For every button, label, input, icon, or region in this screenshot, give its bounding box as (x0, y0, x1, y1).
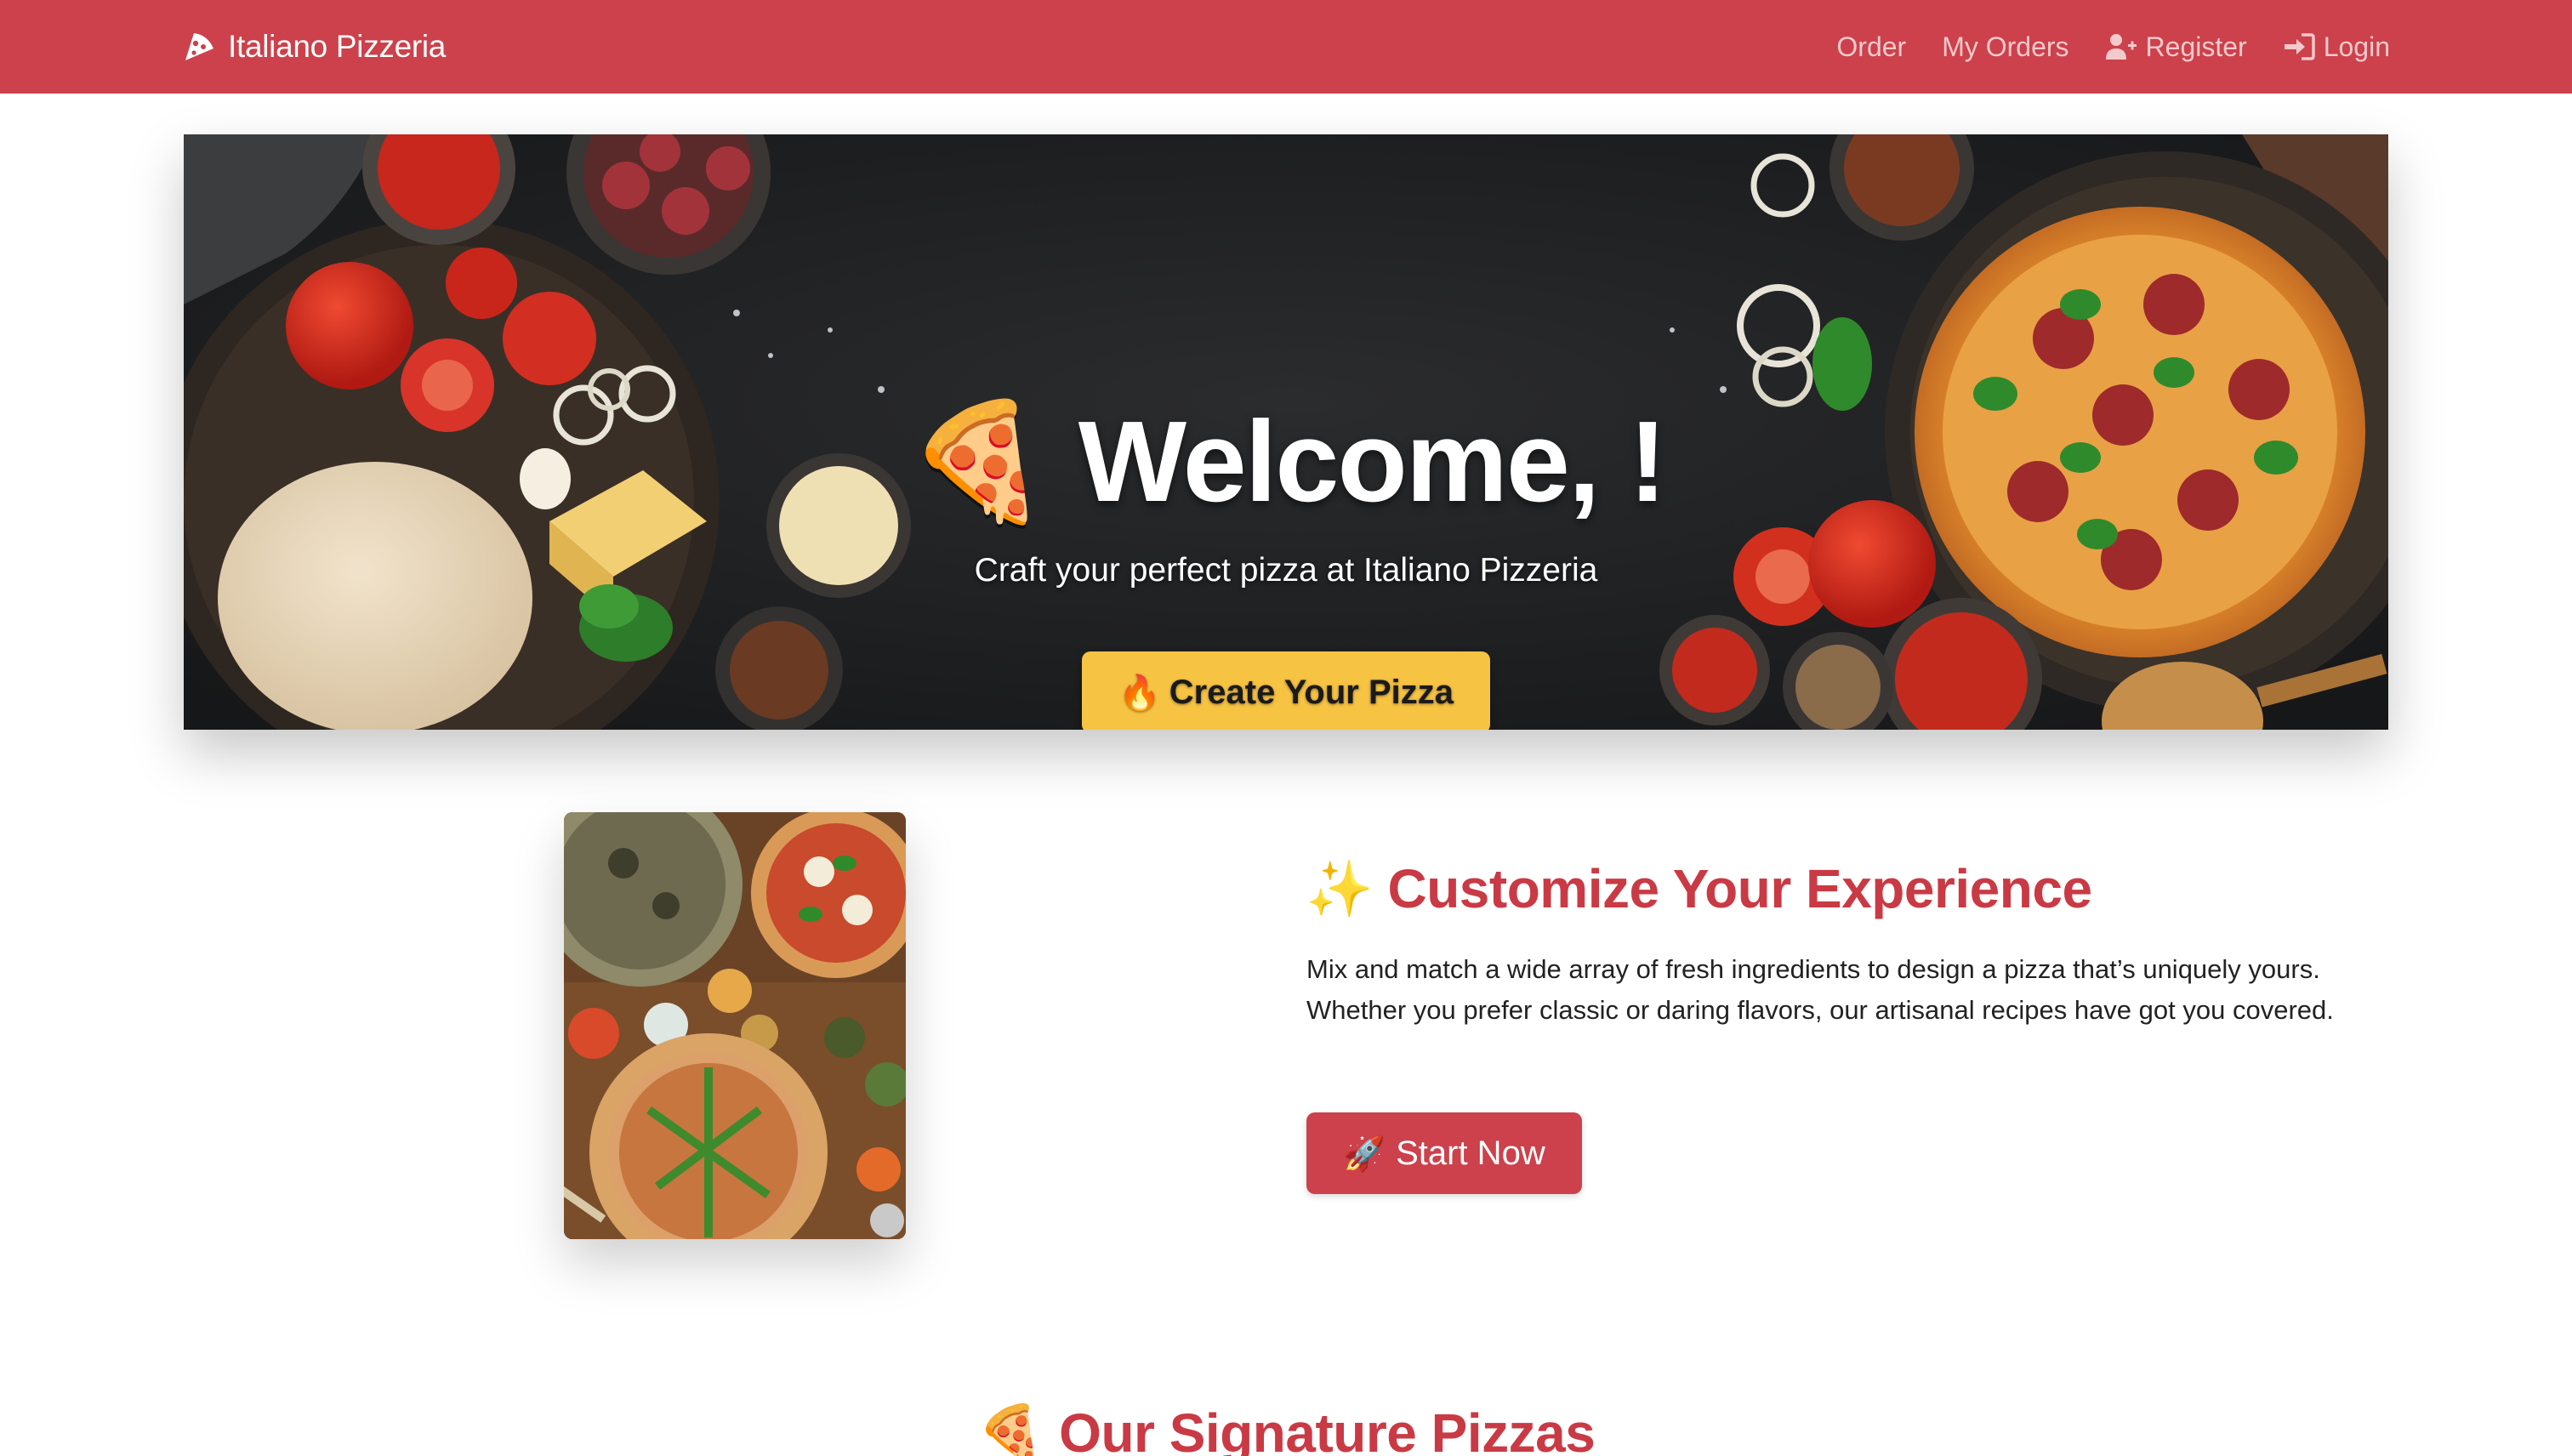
pizza-table-image (564, 812, 906, 1239)
nav-my-orders-link[interactable]: My Orders (1942, 31, 2068, 63)
pizza-emoji: 🍕 (907, 397, 1050, 526)
create-pizza-button[interactable]: 🔥 Create Your Pizza (1082, 651, 1490, 730)
hero-title-text: Welcome, ! (1078, 397, 1667, 526)
pizza-emoji: 🍕 (976, 1402, 1045, 1456)
pizza-slice-icon (185, 33, 213, 60)
sparkles-emoji: ✨ (1306, 858, 1374, 919)
start-now-label: Start Now (1396, 1134, 1545, 1172)
brand-link[interactable]: Italiano Pizzeria (182, 0, 446, 94)
signature-heading-text: Our Signature Pizzas (1059, 1402, 1596, 1456)
nav-login-link[interactable]: Login (2283, 31, 2390, 63)
fire-emoji: 🔥 (1118, 674, 1161, 712)
signature-pizzas-heading: 🍕 Our Signature Pizzas (0, 1402, 2572, 1456)
sign-in-icon (2284, 33, 2315, 60)
nav-register-label: Register (2145, 31, 2247, 62)
nav-links: Order My Orders Register Login (1836, 0, 2390, 94)
nav-order-label: Order (1836, 31, 1907, 62)
hero-title: 🍕 Welcome, ! (184, 395, 2388, 529)
create-pizza-label: Create Your Pizza (1169, 673, 1454, 711)
page: Italiano Pizzeria Order My Orders Regist… (0, 0, 2572, 1456)
user-plus-icon (2105, 34, 2137, 60)
nav-my-orders-label: My Orders (1942, 31, 2069, 62)
start-now-button[interactable]: 🚀 Start Now (1306, 1112, 1582, 1194)
brand-name: Italiano Pizzeria (228, 29, 447, 64)
rocket-emoji: 🚀 (1343, 1135, 1386, 1173)
nav-register-link[interactable]: Register (2105, 31, 2247, 63)
customize-description: Mix and match a wide array of fresh ingr… (1306, 954, 2334, 1025)
customize-heading: ✨ Customize Your Experience (1306, 857, 2092, 921)
customize-heading-text: Customize Your Experience (1387, 858, 2092, 919)
pizza-table-illustration (564, 812, 906, 1239)
navbar: Italiano Pizzeria Order My Orders Regist… (0, 0, 2572, 94)
hero-banner: 🍕 Welcome, ! Craft your perfect pizza at… (184, 134, 2388, 730)
nav-login-label: Login (2323, 31, 2390, 62)
hero-subtitle: Craft your perfect pizza at Italiano Piz… (974, 552, 1598, 589)
nav-order-link[interactable]: Order (1836, 31, 1906, 63)
